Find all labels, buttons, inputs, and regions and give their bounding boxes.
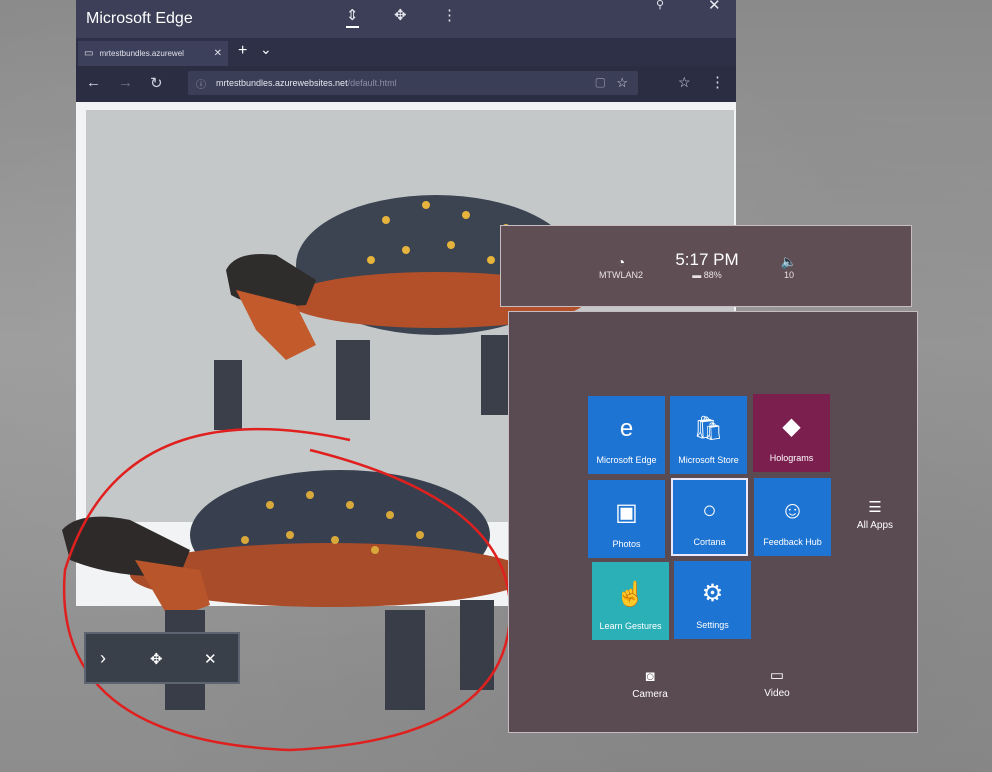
- video-button[interactable]: ▭ Video: [753, 666, 801, 699]
- address-bar[interactable]: ⓘ mrtestbundles.azurewebsites.net /defau…: [188, 71, 638, 95]
- feedback-icon: ☺: [780, 497, 805, 524]
- tile-label: Cortana: [693, 537, 726, 547]
- address-host: mrtestbundles.azurewebsites.net: [216, 78, 348, 88]
- hologram-turtle[interactable]: [40, 410, 540, 760]
- tile-settings[interactable]: ⚙ Settings: [674, 561, 751, 639]
- tile-label: Settings: [696, 620, 729, 630]
- refresh-button[interactable]: ↻: [150, 74, 163, 92]
- window-title: Microsoft Edge: [86, 10, 193, 27]
- forward-button[interactable]: →: [118, 74, 133, 91]
- store-icon: 🛍: [693, 415, 724, 442]
- favorite-icon[interactable]: ☆: [616, 75, 628, 91]
- video-icon: ▭: [769, 667, 785, 684]
- navigation-bar: ← → ↻ ⓘ mrtestbundles.azurewebsites.net …: [76, 66, 736, 102]
- tab-close-icon[interactable]: ✕: [214, 48, 222, 59]
- tile-learn-gestures[interactable]: ☝ Learn Gestures: [592, 562, 669, 640]
- move-icon[interactable]: ⇕: [346, 6, 359, 28]
- battery-icon: ▬: [692, 270, 702, 280]
- expand-chevron-icon[interactable]: ›: [100, 648, 106, 669]
- camera-button[interactable]: ◙ Camera: [625, 668, 675, 700]
- more-icon[interactable]: ⋮: [442, 6, 457, 24]
- battery-level: 88%: [703, 270, 722, 280]
- all-apps-label: All Apps: [856, 520, 894, 531]
- hub-icon[interactable]: ☆: [678, 74, 691, 91]
- photos-icon: ▣: [615, 499, 638, 526]
- tile-label: Feedback Hub: [763, 537, 822, 547]
- camera-icon: ◙: [645, 668, 655, 685]
- close-icon[interactable]: ✕: [204, 650, 217, 668]
- adjust-icon[interactable]: ✥: [394, 6, 407, 24]
- tile-photos[interactable]: ▣ Photos: [588, 480, 665, 558]
- volume-status[interactable]: 🔈 10: [769, 254, 809, 280]
- clock-time: 5:17 PM: [675, 250, 739, 269]
- all-apps-icon: ☰: [868, 499, 882, 516]
- back-button[interactable]: ←: [86, 74, 101, 91]
- address-path: /default.html: [347, 78, 397, 88]
- tile-label: Photos: [612, 539, 641, 549]
- adjust-icon[interactable]: ✥: [150, 650, 163, 668]
- wifi-icon: ◔: [616, 254, 626, 270]
- tab-title: mrtestbundles.azurewel: [99, 49, 184, 58]
- network-status[interactable]: ◔ MTWLAN2: [591, 254, 651, 280]
- tile-label: Microsoft Edge: [596, 455, 657, 465]
- tile-cortana[interactable]: ○ Cortana: [671, 478, 748, 556]
- page-icon: ▭: [84, 48, 94, 59]
- cortana-icon: ○: [702, 497, 717, 524]
- tile-microsoft-store[interactable]: 🛍 Microsoft Store: [670, 396, 747, 474]
- edge-icon: e: [619, 415, 634, 442]
- battery-row: ▬ 88%: [667, 270, 747, 280]
- tile-microsoft-edge[interactable]: e Microsoft Edge: [588, 396, 665, 474]
- volume-level: 10: [783, 270, 794, 280]
- holograms-icon: ◆: [782, 413, 801, 440]
- more-icon[interactable]: ⋮: [710, 73, 725, 91]
- clock-status: 5:17 PM ▬ 88%: [667, 250, 747, 280]
- title-bar: Microsoft Edge ⇕ ✥ ⋮ ⚲ ✕: [76, 0, 736, 38]
- tab-list-button[interactable]: ⌄: [260, 41, 272, 58]
- start-tiles-area: e Microsoft Edge 🛍 Microsoft Store ◆ Hol…: [508, 311, 918, 733]
- new-tab-button[interactable]: +: [238, 42, 247, 60]
- tile-feedback-hub[interactable]: ☺ Feedback Hub: [754, 478, 831, 556]
- hologram-app-bar: › ✥ ✕: [84, 632, 240, 684]
- site-info-icon[interactable]: ⓘ: [196, 76, 206, 91]
- volume-icon: 🔈: [780, 254, 798, 269]
- start-menu: ◔ MTWLAN2 5:17 PM ▬ 88% 🔈 10 e Microsoft…: [500, 225, 918, 735]
- tile-label: Learn Gestures: [599, 621, 662, 631]
- tile-holograms[interactable]: ◆ Holograms: [753, 394, 830, 472]
- camera-label: Camera: [632, 689, 668, 700]
- follow-icon[interactable]: ⚲: [656, 0, 664, 11]
- reading-view-icon[interactable]: ▢: [595, 75, 606, 89]
- gesture-icon: ☝: [615, 581, 646, 608]
- settings-icon: ⚙: [701, 580, 724, 607]
- tab-bar: ▭ mrtestbundles.azurewel ✕ + ⌄: [76, 38, 736, 66]
- network-name: MTWLAN2: [598, 270, 643, 280]
- status-bar: ◔ MTWLAN2 5:17 PM ▬ 88% 🔈 10: [500, 225, 912, 307]
- close-icon[interactable]: ✕: [708, 0, 721, 14]
- video-label: Video: [764, 688, 790, 699]
- tab-active[interactable]: ▭ mrtestbundles.azurewel ✕: [78, 41, 228, 66]
- all-apps-button[interactable]: ☰ All Apps: [851, 498, 899, 531]
- tile-label: Microsoft Store: [678, 455, 739, 465]
- tile-label: Holograms: [769, 453, 814, 463]
